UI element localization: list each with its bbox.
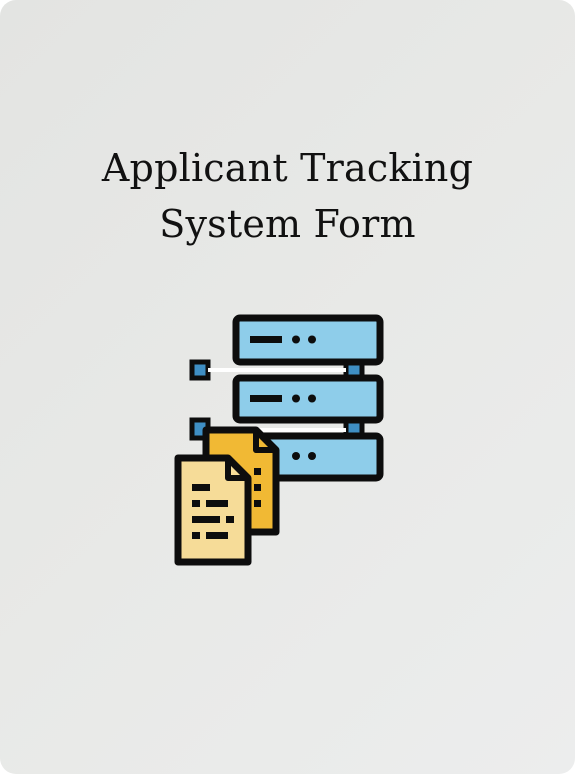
server-unit-2 [232, 374, 384, 424]
card-title: Applicant Tracking System Form [0, 140, 575, 252]
server-unit-1 [232, 314, 384, 366]
document-front [174, 454, 252, 566]
card-title-line-1: Applicant Tracking [101, 146, 474, 190]
server-with-documents-icon [174, 314, 384, 566]
card-title-line-2: System Form [159, 202, 416, 246]
form-card[interactable]: Applicant Tracking System Form [0, 0, 575, 774]
